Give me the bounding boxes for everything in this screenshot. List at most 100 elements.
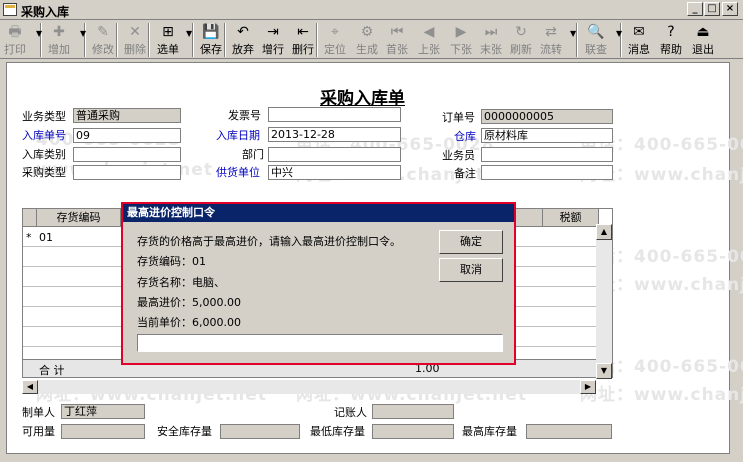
toolbar-button-9[interactable]: ⇤ 删行 xyxy=(288,22,318,58)
toolbar-label: 保存 xyxy=(200,43,222,56)
grid-header-code[interactable]: 存货编码 xyxy=(37,209,121,227)
toolbar-separator xyxy=(576,23,578,57)
toolbar-label: 帮助 xyxy=(660,43,682,56)
toolbar-button-10[interactable]: ⌖ 定位 xyxy=(320,22,350,58)
toolbar-button-13[interactable]: ◀ 上张 xyxy=(414,22,444,58)
scroll-left-icon[interactable]: ◀ xyxy=(22,380,38,394)
toolbar-button-7[interactable]: ↶ 放弃 xyxy=(228,22,258,58)
toolbar-button-8[interactable]: ⇥ 增行 xyxy=(258,22,288,58)
toolbar-button-12[interactable]: ⏮ 首张 xyxy=(382,22,412,58)
remark-field[interactable] xyxy=(481,165,613,180)
scroll-down-icon[interactable]: ▼ xyxy=(596,363,612,379)
max-stock-field xyxy=(526,424,612,439)
dropdown-arrow-icon[interactable]: ▼ xyxy=(186,29,192,38)
toolbar-label: 消息 xyxy=(628,43,650,56)
toolbar-icon: ✚ xyxy=(53,24,65,40)
toolbar-label: 流转 xyxy=(540,43,562,56)
toolbar-icon: ✉ xyxy=(633,24,645,40)
toolbar-button-3[interactable]: ✎ 修改 xyxy=(88,22,118,58)
toolbar-button-18[interactable]: 🔍 联查 xyxy=(580,22,612,58)
toolbar-icon: ▶ xyxy=(455,24,467,40)
warehouse-field[interactable]: 原材料库 xyxy=(481,128,613,143)
receipt-no-field[interactable]: 09 xyxy=(73,128,181,143)
receipt-no-label: 入库单号 xyxy=(22,129,66,142)
remark-label: 备注 xyxy=(454,167,476,180)
grid-corner xyxy=(23,209,37,227)
supplier-field[interactable]: 中兴 xyxy=(268,165,401,180)
creator-field: 丁红萍 xyxy=(61,404,145,419)
toolbar-label: 首张 xyxy=(386,43,408,56)
title-bar: 采购入库 _ □ × xyxy=(0,0,743,20)
toolbar-icon: ⌖ xyxy=(331,24,339,40)
purchase-type-field[interactable] xyxy=(73,165,181,180)
toolbar-button-21[interactable]: ⏏ 退出 xyxy=(688,22,718,58)
toolbar-icon: ⏭ xyxy=(484,24,498,40)
creator-label: 制单人 xyxy=(22,406,55,419)
maximize-button[interactable]: □ xyxy=(704,2,720,16)
toolbar-label: 选单 xyxy=(157,43,179,56)
dropdown-arrow-icon[interactable]: ▼ xyxy=(616,29,622,38)
form-title: 采购入库单 xyxy=(320,89,405,109)
toolbar-icon: ⊞ xyxy=(162,24,174,40)
total-label: 合 计 xyxy=(39,364,65,377)
toolbar-icon: 🖶 xyxy=(8,24,22,40)
toolbar-label: 放弃 xyxy=(232,43,254,56)
invoice-no-label: 发票号 xyxy=(228,109,261,122)
order-no-field[interactable]: 0000000005 xyxy=(481,109,613,124)
toolbar-button-5[interactable]: ⊞ 选单 xyxy=(152,22,184,58)
supplier-label: 供货单位 xyxy=(216,166,260,179)
row-marker: * xyxy=(26,231,32,244)
password-input[interactable] xyxy=(137,334,503,352)
toolbar-label: 删行 xyxy=(292,43,314,56)
warehouse-label: 仓库 xyxy=(454,130,476,143)
close-button[interactable]: × xyxy=(722,2,738,16)
business-type-field[interactable]: 普通采购 xyxy=(73,108,181,123)
toolbar-button-6[interactable]: 💾 保存 xyxy=(196,22,226,58)
toolbar-button-14[interactable]: ▶ 下张 xyxy=(446,22,476,58)
dropdown-arrow-icon[interactable]: ▼ xyxy=(570,29,576,38)
toolbar-button-17[interactable]: ⇄ 流转 xyxy=(536,22,566,58)
receipt-date-field[interactable]: 2013-12-28 xyxy=(268,127,401,142)
toolbar-icon: ⏏ xyxy=(696,24,710,40)
dialog-current-price: 当前单价：6,000.00 xyxy=(137,316,241,329)
cancel-button[interactable]: 取消 xyxy=(439,258,503,282)
toolbar-button-11[interactable]: ⚙ 生成 xyxy=(352,22,382,58)
toolbar: 🖶 打印 ✚ 增加 ✎ 修改 ✕ 删除 ⊞ 选单 💾 保存 ↶ 放弃 ⇥ 增行 ⇤ 删行 ⌖ 定位 ⚙ 生成 ⏮ 首张 ◀ 上张 ▶… xyxy=(0,21,743,59)
receipt-category-field[interactable] xyxy=(73,147,181,162)
toolbar-button-1[interactable]: 🖶 打印 xyxy=(0,22,30,58)
toolbar-separator xyxy=(116,23,118,57)
salesperson-field[interactable] xyxy=(481,147,613,162)
toolbar-separator xyxy=(316,23,318,57)
toolbar-button-19[interactable]: ✉ 消息 xyxy=(624,22,654,58)
minimize-button[interactable]: _ xyxy=(687,2,703,16)
toolbar-button-15[interactable]: ⏭ 末张 xyxy=(476,22,506,58)
dropdown-arrow-icon[interactable]: ▼ xyxy=(36,29,42,38)
toolbar-button-16[interactable]: ↻ 刷新 xyxy=(506,22,536,58)
watermark-site: 网址：www.chanjet.net xyxy=(580,385,743,405)
department-field[interactable] xyxy=(268,147,401,162)
toolbar-button-4[interactable]: ✕ 删除 xyxy=(120,22,150,58)
toolbar-label: 刷新 xyxy=(510,43,532,56)
invoice-no-field[interactable] xyxy=(268,107,401,122)
toolbar-label: 上张 xyxy=(418,43,440,56)
toolbar-icon: 💾 xyxy=(202,24,220,40)
toolbar-label: 生成 xyxy=(356,43,378,56)
window-title: 采购入库 xyxy=(21,5,70,19)
toolbar-icon: 🔍 xyxy=(587,24,605,40)
dropdown-arrow-icon[interactable]: ▼ xyxy=(80,29,86,38)
toolbar-button-20[interactable]: ? 帮助 xyxy=(656,22,686,58)
toolbar-button-2[interactable]: ✚ 增加 xyxy=(44,22,74,58)
scroll-right-icon[interactable]: ▶ xyxy=(580,380,596,394)
grid-header-tax[interactable]: 税额 xyxy=(543,209,599,227)
purchase-type-label: 采购类型 xyxy=(22,166,66,179)
row-code[interactable]: 01 xyxy=(39,231,53,244)
toolbar-label: 退出 xyxy=(692,43,714,56)
order-no-label: 订单号 xyxy=(442,111,475,124)
grid-vertical-scrollbar[interactable]: ▲ ▼ xyxy=(596,224,612,379)
grid-horizontal-scrollbar[interactable]: ◀ ▶ xyxy=(22,380,596,394)
scroll-up-icon[interactable]: ▲ xyxy=(596,224,612,240)
window-icon xyxy=(3,3,17,16)
dialog-max-price: 最高进价：5,000.00 xyxy=(137,296,241,309)
ok-button[interactable]: 确定 xyxy=(439,230,503,254)
toolbar-icon: ⇥ xyxy=(267,24,279,40)
